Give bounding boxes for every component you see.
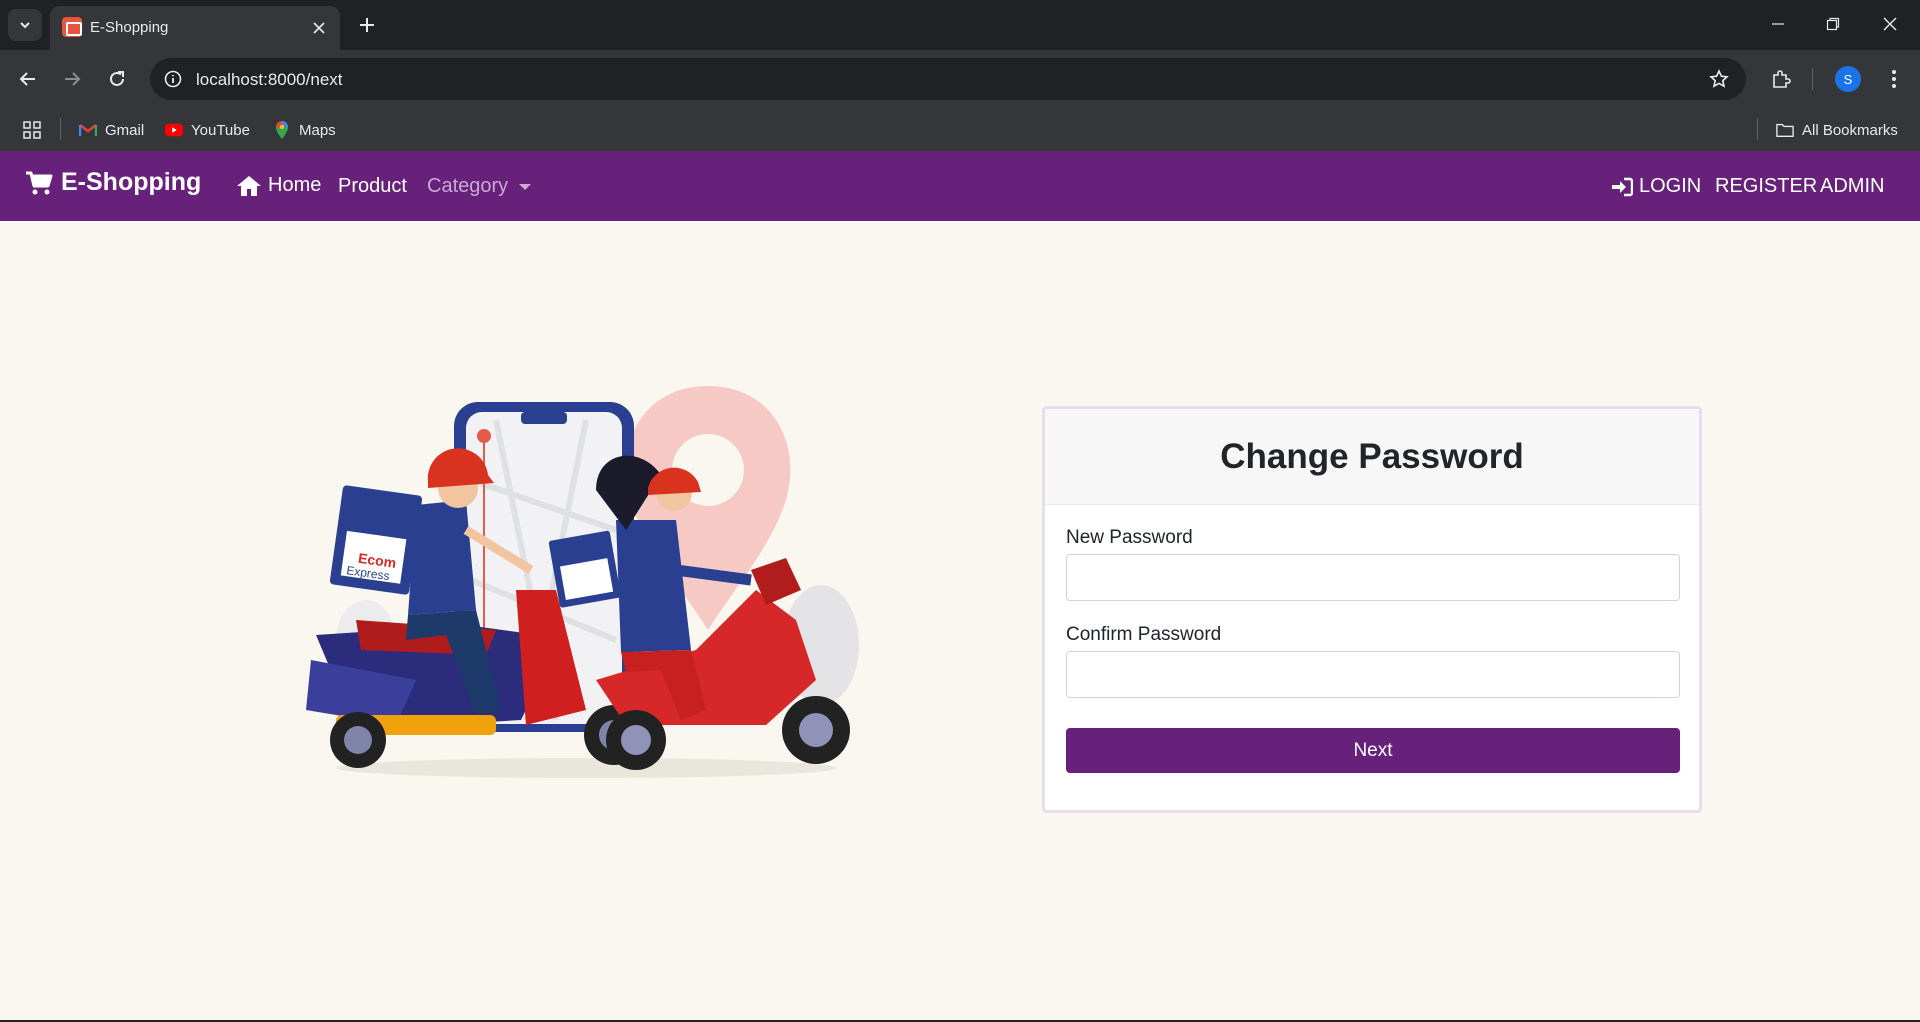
close-icon: [313, 22, 325, 34]
shop-favicon-icon: [62, 17, 82, 37]
site-info-icon[interactable]: [162, 68, 184, 90]
nav-register[interactable]: REGISTER: [1715, 175, 1817, 198]
bookmark-maps[interactable]: Maps: [273, 117, 336, 143]
chevron-down-icon: [20, 22, 30, 29]
browser-tab-bar: E-Shopping: [0, 0, 1920, 50]
reload-icon: [110, 71, 124, 86]
apps-button[interactable]: [22, 117, 42, 143]
nav-product[interactable]: Product: [338, 175, 407, 198]
next-button[interactable]: Next: [1066, 728, 1680, 773]
restore-icon: [1826, 17, 1840, 31]
close-window-button[interactable]: [1867, 8, 1913, 40]
arrow-right-icon: [65, 72, 81, 86]
bookmark-youtube[interactable]: YouTube: [165, 117, 250, 143]
browser-toolbar: localhost:8000/next S: [0, 50, 1920, 108]
confirm-password-label: Confirm Password: [1066, 624, 1222, 645]
home-icon: [237, 175, 261, 196]
back-button[interactable]: [13, 64, 43, 94]
change-password-card: Change Password New Password Confirm Pas…: [1042, 406, 1702, 813]
plus-icon: [360, 18, 374, 32]
card-header: Change Password: [1045, 409, 1699, 505]
nav-login-label: LOGIN: [1639, 175, 1702, 197]
card-title: Change Password: [1220, 436, 1524, 476]
bookmark-gmail[interactable]: Gmail: [79, 117, 144, 143]
forward-button[interactable]: [57, 64, 87, 94]
tab-close-button[interactable]: [308, 17, 330, 39]
brand-name: E-Shopping: [61, 168, 202, 196]
bookmark-label: YouTube: [191, 121, 250, 139]
all-bookmarks-button[interactable]: All Bookmarks: [1776, 117, 1898, 143]
nav-register-label: REGISTER: [1715, 175, 1818, 197]
new-password-input[interactable]: [1066, 554, 1680, 601]
minimize-icon: [1772, 23, 1784, 25]
nav-product-label: Product: [338, 175, 407, 197]
bookmark-star-icon[interactable]: [1708, 68, 1730, 90]
bookmark-label: Gmail: [105, 121, 145, 139]
nav-admin-label: ADMIN: [1820, 175, 1885, 197]
chrome-menu-button[interactable]: [1879, 64, 1909, 94]
tab-title: E-Shopping: [90, 19, 169, 36]
bookmarks-divider: [1757, 118, 1758, 140]
youtube-icon: [165, 121, 183, 139]
caret-down-icon: [519, 183, 532, 190]
all-bookmarks-label: All Bookmarks: [1802, 121, 1898, 139]
bookmarks-bar: Gmail YouTube Maps All Bookmarks: [0, 108, 1920, 151]
url-text: localhost:8000/next: [196, 70, 343, 89]
profile-avatar[interactable]: S: [1835, 66, 1861, 92]
more-vert-icon: [1892, 70, 1896, 88]
nav-login[interactable]: LOGIN: [1611, 175, 1701, 198]
nav-category-dropdown[interactable]: Category: [427, 175, 532, 198]
site-navbar: E-Shopping Home Product Category LOGIN R…: [0, 151, 1920, 221]
address-bar[interactable]: localhost:8000/next: [150, 58, 1746, 100]
folder-icon: [1776, 121, 1794, 139]
delivery-scooter-illustration: Ecom Express: [306, 386, 859, 778]
gmail-icon: [79, 121, 97, 139]
reload-button[interactable]: [102, 64, 132, 94]
bookmarks-divider: [60, 118, 61, 140]
shopping-cart-icon: [26, 171, 53, 194]
new-password-label: New Password: [1066, 527, 1193, 548]
new-tab-button[interactable]: [353, 11, 381, 39]
brand-link[interactable]: E-Shopping: [25, 168, 201, 197]
nav-admin[interactable]: ADMIN: [1820, 175, 1884, 198]
restore-button[interactable]: [1810, 8, 1856, 40]
minimize-button[interactable]: [1755, 8, 1801, 40]
arrow-left-icon: [19, 72, 35, 86]
tab-search-button[interactable]: [8, 9, 42, 41]
nav-home[interactable]: Home: [236, 174, 321, 197]
toolbar-divider: [1812, 68, 1813, 90]
puzzle-icon: [1773, 70, 1791, 88]
apps-grid-icon: [23, 121, 41, 139]
nav-home-label: Home: [268, 174, 322, 196]
confirm-password-input[interactable]: [1066, 651, 1680, 698]
maps-icon: [273, 121, 291, 139]
sign-in-icon: [1612, 177, 1633, 196]
close-icon: [1883, 17, 1897, 31]
browser-tab[interactable]: E-Shopping: [50, 6, 340, 50]
bookmark-label: Maps: [299, 121, 336, 139]
extensions-button[interactable]: [1766, 64, 1796, 94]
nav-category-label: Category: [427, 175, 509, 197]
